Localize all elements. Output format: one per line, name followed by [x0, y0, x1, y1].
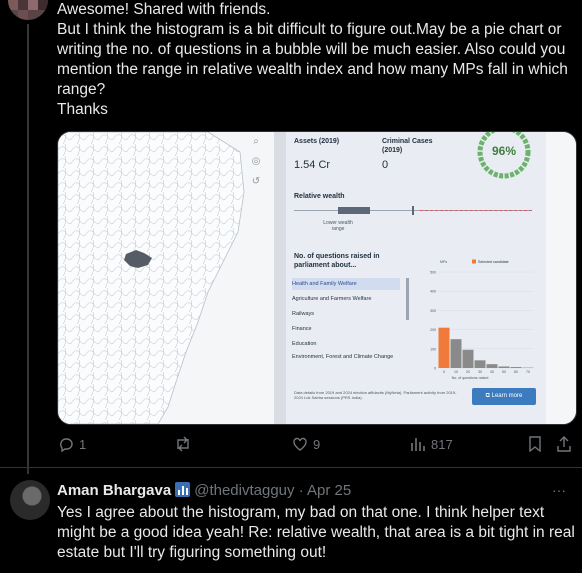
- questions-histogram: 0 100 200 300 400 500 0 10 20 30 40 50 60 70 No. of qu…: [430, 259, 534, 380]
- x-tick-label: 30: [478, 370, 482, 374]
- view-count: 817: [431, 436, 453, 452]
- views-button[interactable]: 817: [410, 436, 453, 452]
- divider: [0, 467, 582, 468]
- tweet-text: Awesome! Shared with friends. But I thin…: [57, 0, 577, 120]
- x-tick-label: 70: [526, 370, 530, 374]
- attendance-ring: [477, 132, 531, 179]
- questions-label: No. of questions raised in parliament ab…: [294, 253, 380, 269]
- histogram-bar: [462, 349, 474, 368]
- locate-icon[interactable]: ◎: [249, 156, 263, 176]
- tweet-line: Awesome! Shared with friends.: [57, 1, 271, 18]
- like-button[interactable]: 9: [292, 436, 320, 452]
- share-button[interactable]: [556, 436, 572, 452]
- y-tick-label: 100: [430, 347, 436, 351]
- avatar[interactable]: [8, 0, 48, 20]
- y-tick-label: 0: [434, 367, 436, 371]
- relative-wealth-label: Relative wealth: [294, 193, 345, 200]
- india-map: ⌕ ◎ ↺: [58, 132, 274, 424]
- legend-selected: Selected candidate: [478, 260, 509, 264]
- share-icon: [557, 436, 571, 452]
- wealth-box: [338, 207, 370, 214]
- x-tick-label: 0: [443, 370, 445, 374]
- histogram-bar: [438, 327, 450, 368]
- bookmark-icon: [529, 436, 541, 452]
- tweet-media-image[interactable]: ⌕ ◎ ↺ Assets (2019) 1.54 Cr Criminal Cas…: [57, 131, 577, 425]
- like-count: 9: [313, 436, 321, 452]
- analytics-icon: [411, 438, 425, 451]
- reply-avatar[interactable]: [10, 480, 50, 520]
- wealth-outliers: [420, 210, 532, 211]
- histogram-bar: [474, 360, 486, 368]
- subject-item[interactable]: Finance: [292, 323, 400, 335]
- criminal-cases-value: 0: [382, 159, 389, 171]
- footnote: Data details from 2019 and 2024 election…: [294, 390, 457, 400]
- y-tick-label: 400: [430, 290, 436, 294]
- x-tick-label: 20: [466, 370, 470, 374]
- learn-more-label: Learn more: [491, 393, 523, 399]
- map-tools: ⌕ ◎ ↺: [249, 136, 263, 196]
- legend-swatch: [472, 259, 476, 264]
- y-tick-label: 200: [430, 328, 436, 332]
- reply-button[interactable]: 1: [58, 436, 86, 452]
- retweet-button[interactable]: [174, 436, 197, 452]
- bar-chart-emoji-icon: [175, 482, 191, 497]
- x-tick-label: 40: [490, 370, 494, 374]
- tweet-line: But I think the histogram is a bit diffi…: [57, 21, 562, 38]
- assets-label: Assets (2019): [294, 138, 340, 145]
- heart-icon: [293, 437, 307, 451]
- candidate-info-panel: Assets (2019) 1.54 Cr Criminal Cases (20…: [286, 132, 546, 424]
- zoom-icon[interactable]: ⌕: [249, 136, 263, 156]
- tweet-line: mention the range in relative wealth ind…: [57, 61, 568, 78]
- tweet-line: range?: [57, 81, 106, 98]
- x-axis-label: No. of questions raised: [452, 376, 489, 380]
- subject-item[interactable]: Education: [292, 338, 400, 350]
- histogram-bar: [450, 339, 462, 368]
- histogram-bar: [498, 366, 510, 368]
- reply-count: 1: [79, 436, 87, 452]
- wealth-whisker: [412, 206, 414, 215]
- tweet-line: writing the no. of questions in a bubble…: [57, 41, 566, 58]
- reply-icon: [60, 438, 73, 452]
- reply-handle[interactable]: @thedivtagguy: [194, 482, 294, 499]
- reply-date[interactable]: Apr 25: [307, 482, 351, 499]
- reset-icon[interactable]: ↺: [249, 176, 263, 196]
- y-tick-label: 300: [430, 309, 436, 313]
- x-tick-label: 10: [454, 370, 458, 374]
- x-tick-label: 50: [502, 370, 506, 374]
- more-options-icon[interactable]: ···: [552, 482, 566, 498]
- tweet-line: Thanks: [57, 101, 108, 118]
- attendance-value: 96%: [491, 144, 517, 158]
- reply-line: Yes I agree about the histogram, my bad …: [57, 504, 545, 521]
- lower-wealth-label: Lower wealth range: [323, 220, 353, 232]
- subject-scrollbar[interactable]: [406, 278, 409, 320]
- histogram-bar: [486, 364, 498, 368]
- assets-value: 1.54 Cr: [294, 159, 331, 171]
- reply-header: Aman Bhargava @thedivtagguy · Apr 25: [57, 482, 351, 499]
- separator-dot: ·: [298, 482, 304, 499]
- reply-line: might be a good idea yeah! Re: relative …: [57, 524, 575, 541]
- learn-more-button[interactable]: ⧉ Learn more: [472, 388, 536, 405]
- legend-mps: MPs: [440, 260, 447, 264]
- y-tick-label: 500: [430, 271, 436, 275]
- bookmark-button[interactable]: [528, 436, 542, 452]
- retweet-icon: [177, 436, 189, 452]
- subject-item[interactable]: Health and Family Welfare: [292, 278, 400, 290]
- histogram-bar: [510, 367, 522, 368]
- criminal-cases-label: Criminal Cases (2019): [382, 138, 433, 154]
- reply-author-name[interactable]: Aman Bhargava: [57, 482, 171, 499]
- constituency-map: [58, 132, 245, 424]
- subject-item[interactable]: Railways: [292, 308, 400, 320]
- reply-text: Yes I agree about the histogram, my bad …: [57, 503, 577, 563]
- x-tick-label: 60: [514, 370, 518, 374]
- reply-line: estate but I'll try figuring something o…: [57, 544, 327, 561]
- tweet-actions: 1 9 817: [0, 436, 582, 456]
- thread-connector: [27, 24, 29, 474]
- subject-item[interactable]: Agriculture and Farmers Welfare: [292, 293, 400, 305]
- subject-item[interactable]: Environment, Forest and Climate Change: [292, 353, 400, 362]
- page-edge: [546, 132, 576, 424]
